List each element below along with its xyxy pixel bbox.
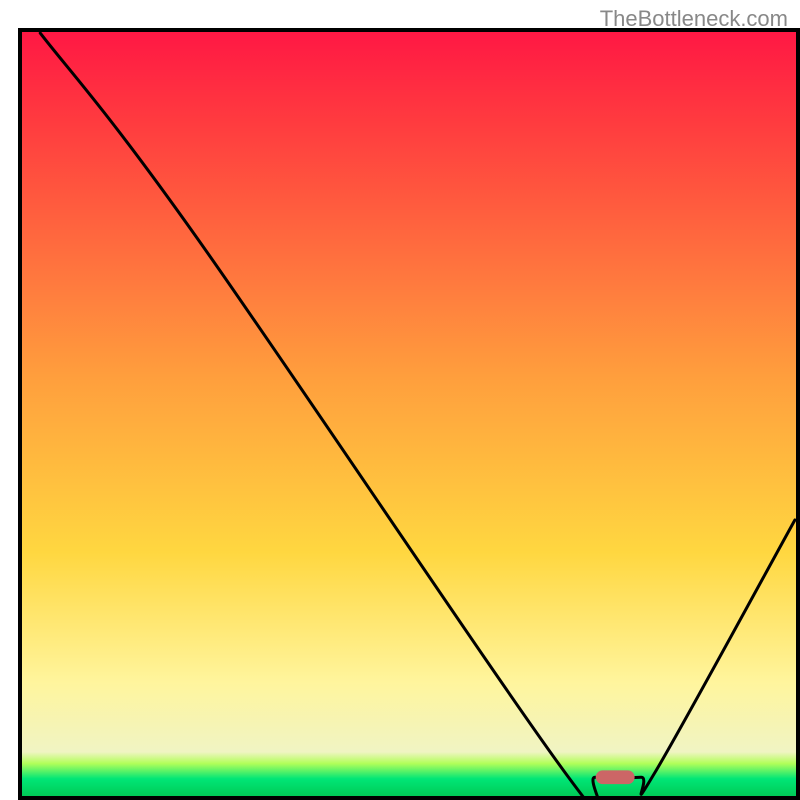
watermark-label: TheBottleneck.com — [600, 6, 788, 32]
plot-background — [20, 30, 798, 798]
bottleneck-chart — [0, 0, 800, 800]
min-marker — [596, 770, 635, 784]
